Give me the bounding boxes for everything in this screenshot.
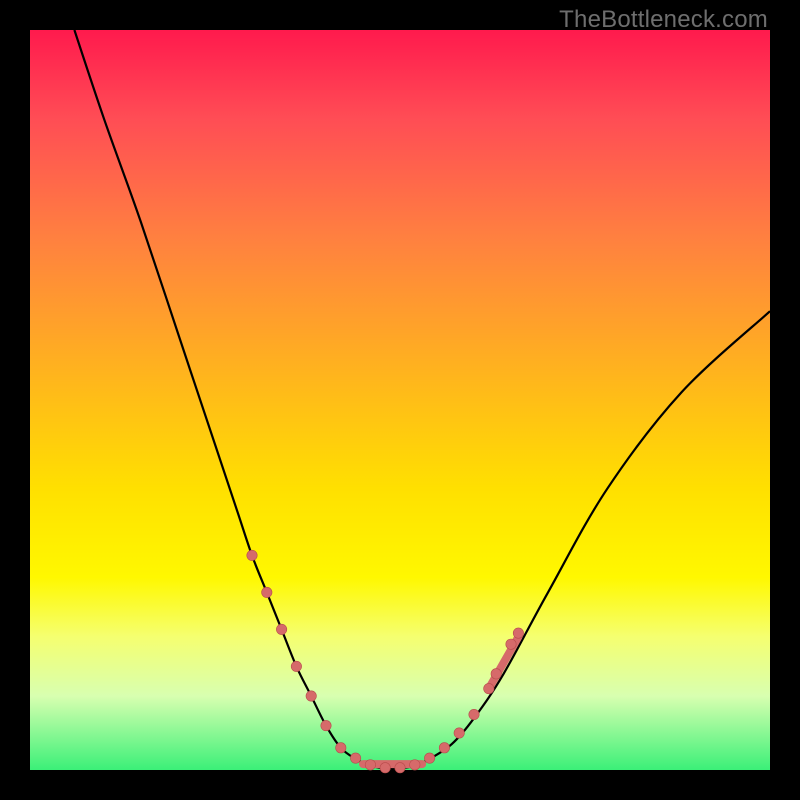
bead-point	[439, 743, 449, 753]
bead-point	[350, 753, 360, 763]
bead-point	[454, 728, 464, 738]
bead-point	[513, 628, 523, 638]
bead-point	[491, 669, 501, 679]
bead-point	[484, 683, 494, 693]
bead-point	[380, 763, 390, 773]
bead-point	[395, 763, 405, 773]
bead-point	[321, 720, 331, 730]
bead-point	[506, 639, 516, 649]
bead-point	[247, 550, 257, 560]
plot-area	[30, 30, 770, 770]
bead-point	[262, 587, 272, 597]
bottleneck-curve	[74, 30, 770, 769]
bead-point	[291, 661, 301, 671]
bead-point	[336, 743, 346, 753]
chart-frame: TheBottleneck.com	[0, 0, 800, 800]
bead-point	[424, 753, 434, 763]
bead-point	[365, 760, 375, 770]
bead-point	[276, 624, 286, 634]
bead-point	[306, 691, 316, 701]
curve-svg	[30, 30, 770, 770]
beads-group	[247, 550, 524, 773]
bead-point	[410, 760, 420, 770]
bead-point	[469, 709, 479, 719]
